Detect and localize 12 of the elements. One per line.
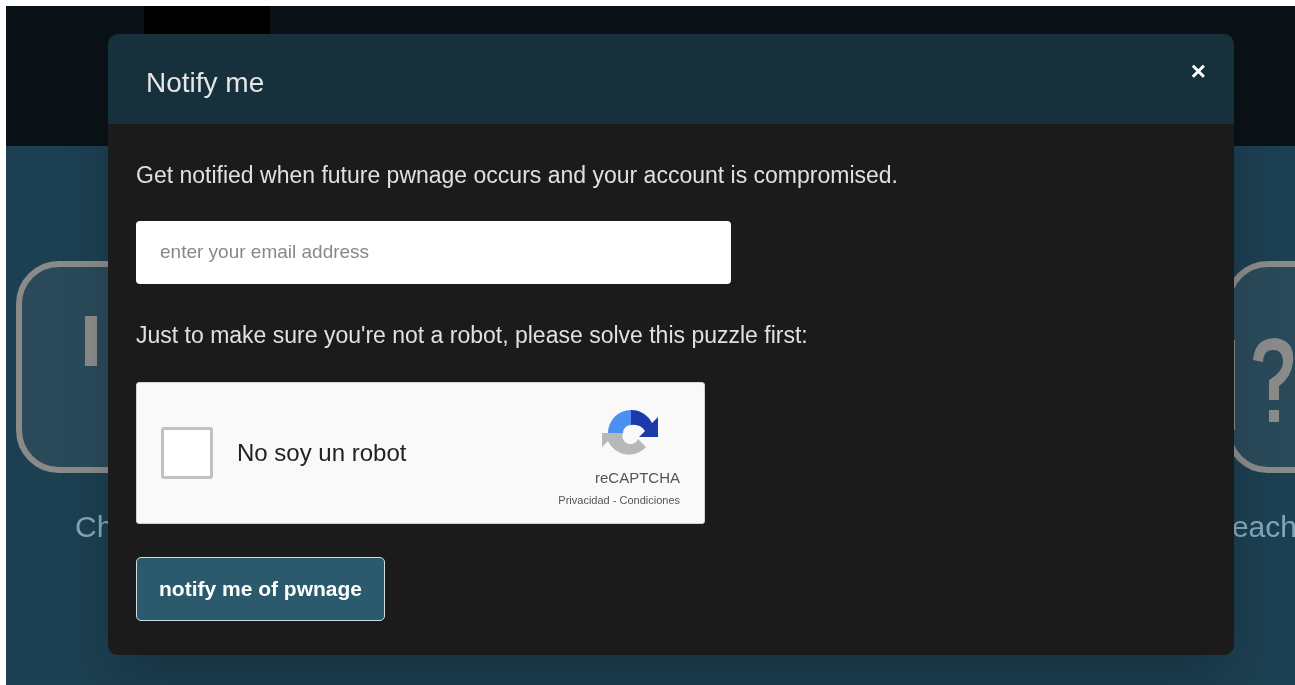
feature-caption: each: [1231, 509, 1295, 545]
modal-title: Notify me: [146, 66, 265, 100]
puzzle-prompt: Just to make sure you're not a robot, please solve this puzzle first:: [136, 320, 808, 350]
email-field[interactable]: enter your email address: [136, 220, 731, 284]
privacy-terms-link[interactable]: Privacidad - Condiciones: [558, 491, 680, 508]
checkbox-label[interactable]: No soy un robot: [237, 435, 407, 471]
quote-mark-icon: [15, 260, 108, 474]
close-button[interactable]: ×: [1190, 58, 1206, 84]
recaptcha-brand: reCAPTCHA: [595, 468, 680, 488]
checkbox[interactable]: [161, 427, 213, 479]
notify-button[interactable]: notify me of pwnage: [136, 557, 385, 621]
intro-text: Get notified when future pwnage occurs and your account is compromised.: [136, 161, 898, 190]
